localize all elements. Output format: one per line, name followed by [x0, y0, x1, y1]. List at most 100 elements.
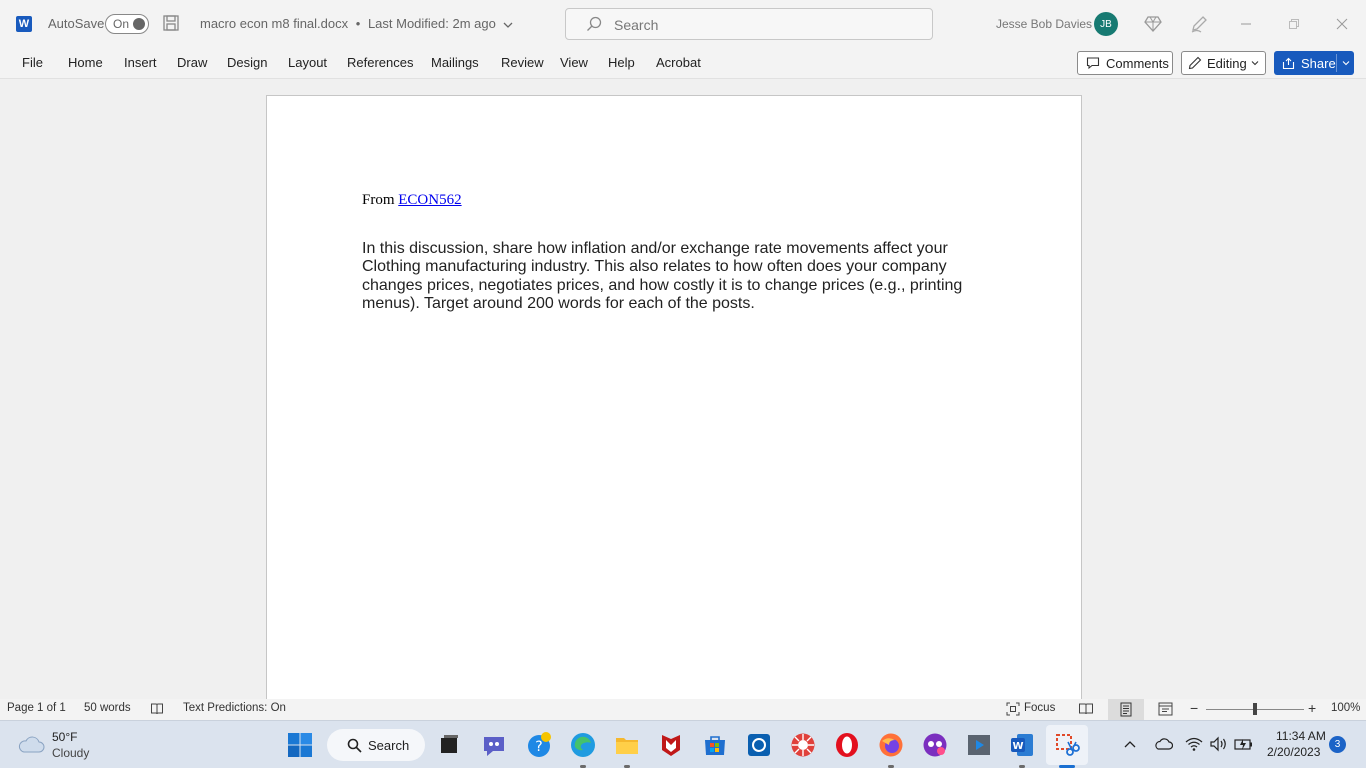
- chevron-down-icon[interactable]: [1342, 60, 1350, 66]
- battery-icon[interactable]: [1234, 736, 1254, 752]
- clock-date[interactable]: 2/20/2023: [1267, 745, 1320, 759]
- tab-home[interactable]: Home: [68, 55, 103, 70]
- pen-icon[interactable]: [1189, 14, 1209, 34]
- maximize-button[interactable]: [1270, 0, 1318, 48]
- autosave-label: AutoSave: [48, 16, 105, 31]
- autosave-toggle[interactable]: On: [105, 14, 149, 34]
- word-logo-icon: W: [16, 16, 32, 32]
- search-box[interactable]: [565, 8, 933, 40]
- text-predictions-status[interactable]: Text Predictions: On: [183, 702, 286, 714]
- weather-desc[interactable]: Cloudy: [52, 746, 89, 760]
- document-title[interactable]: macro econ m8 final.docx • Last Modified…: [200, 16, 513, 31]
- opera-browser-icon[interactable]: [834, 732, 860, 758]
- minimize-icon: [1241, 23, 1251, 25]
- teams-chat-icon[interactable]: [481, 732, 507, 758]
- document-page[interactable]: From ECON562 In this discussion, share h…: [266, 95, 1082, 735]
- search-input[interactable]: [614, 15, 914, 35]
- comments-label: Comments: [1106, 55, 1169, 71]
- video-app-icon[interactable]: [966, 732, 992, 758]
- taskbar-search[interactable]: Search: [327, 729, 425, 761]
- cloud-weather-icon[interactable]: [16, 733, 46, 755]
- user-name[interactable]: Jesse Bob Davies: [996, 17, 1092, 31]
- pencil-icon: [1188, 56, 1202, 70]
- mcafee-icon[interactable]: [658, 732, 684, 758]
- avatar[interactable]: JB: [1094, 12, 1118, 36]
- restore-icon: [1289, 19, 1299, 29]
- volume-icon[interactable]: [1209, 736, 1229, 752]
- last-modified: Last Modified: 2m ago: [367, 16, 496, 31]
- document-canvas: From ECON562 In this discussion, share h…: [0, 79, 1366, 735]
- weather-temp[interactable]: 50°F: [52, 730, 77, 744]
- tab-view[interactable]: View: [560, 55, 588, 70]
- svg-text:?: ?: [535, 739, 542, 755]
- windows-start-icon[interactable]: [287, 732, 313, 758]
- editing-mode-button[interactable]: Editing: [1181, 51, 1266, 75]
- close-icon: [1336, 18, 1348, 30]
- status-bar: Page 1 of 1 50 words Text Predictions: O…: [0, 699, 1366, 720]
- proofing-book-icon[interactable]: [150, 702, 164, 716]
- share-divider: [1336, 54, 1337, 72]
- onedrive-cloud-icon[interactable]: [1153, 736, 1173, 752]
- task-view-icon[interactable]: [436, 732, 462, 758]
- zoom-slider-thumb[interactable]: [1253, 703, 1257, 715]
- title-separator: •: [355, 16, 361, 31]
- firefox-browser-icon[interactable]: [878, 732, 904, 758]
- web-layout-icon[interactable]: [1158, 702, 1173, 716]
- discussion-prompt[interactable]: In this discussion, share how inflation …: [362, 240, 972, 313]
- comments-button[interactable]: Comments: [1077, 51, 1173, 75]
- tab-references[interactable]: References: [347, 55, 413, 70]
- zoom-percent[interactable]: 100%: [1331, 702, 1360, 714]
- tab-design[interactable]: Design: [227, 55, 267, 70]
- wifi-icon[interactable]: [1185, 736, 1203, 752]
- page-indicator[interactable]: Page 1 of 1: [7, 702, 66, 714]
- print-layout-icon: [1120, 702, 1132, 717]
- minimize-button[interactable]: [1222, 0, 1270, 48]
- aperture-app-icon[interactable]: [790, 732, 816, 758]
- print-layout-button[interactable]: [1108, 699, 1144, 720]
- title-bar: W AutoSave On macro econ m8 final.docx •…: [0, 0, 1366, 48]
- tab-insert[interactable]: Insert: [124, 55, 157, 70]
- microsoft-store-icon[interactable]: [702, 732, 728, 758]
- clock-time[interactable]: 11:34 AM: [1276, 729, 1326, 743]
- editing-label: Editing: [1207, 55, 1247, 71]
- share-label: Share: [1301, 55, 1336, 71]
- search-icon: [587, 16, 602, 31]
- from-prefix: From: [362, 192, 399, 208]
- get-help-icon[interactable]: ?: [526, 732, 552, 758]
- toggle-knob: [133, 18, 145, 30]
- tab-review[interactable]: Review: [501, 55, 544, 70]
- save-icon[interactable]: [162, 14, 180, 32]
- file-explorer-icon[interactable]: [614, 732, 640, 758]
- tab-acrobat[interactable]: Acrobat: [656, 55, 701, 70]
- taskbar: 50°F Cloudy Search ? W 11:34 AM 2/20/202…: [0, 720, 1366, 768]
- share-button[interactable]: Share: [1274, 51, 1354, 75]
- media-app-icon[interactable]: [922, 732, 948, 758]
- zoom-in-button[interactable]: +: [1308, 700, 1316, 716]
- tab-file[interactable]: File: [22, 55, 43, 70]
- tab-help[interactable]: Help: [608, 55, 635, 70]
- snipping-tool-icon[interactable]: [1054, 732, 1080, 758]
- word-count[interactable]: 50 words: [84, 702, 131, 714]
- from-line: From ECON562: [362, 192, 462, 209]
- share-icon: [1282, 57, 1295, 69]
- comment-icon: [1086, 57, 1100, 70]
- svg-text:W: W: [1012, 741, 1023, 752]
- autosave-state: On: [113, 17, 130, 31]
- close-button[interactable]: [1318, 0, 1366, 48]
- notification-badge[interactable]: 3: [1329, 736, 1346, 753]
- diamond-icon[interactable]: [1143, 14, 1163, 34]
- search-icon: [347, 738, 362, 753]
- tab-mailings[interactable]: Mailings: [431, 55, 479, 70]
- doc-name: macro econ m8 final.docx: [200, 16, 349, 31]
- tab-draw[interactable]: Draw: [177, 55, 207, 70]
- word-app-icon[interactable]: W: [1009, 732, 1035, 758]
- tab-layout[interactable]: Layout: [288, 55, 327, 70]
- course-link[interactable]: ECON562: [398, 192, 461, 208]
- zoom-out-button[interactable]: −: [1190, 700, 1198, 716]
- read-mode-icon[interactable]: [1078, 701, 1094, 717]
- app-icon[interactable]: [746, 732, 772, 758]
- focus-button[interactable]: Focus: [1024, 702, 1055, 714]
- edge-browser-icon[interactable]: [570, 732, 596, 758]
- chevron-up-icon[interactable]: [1123, 738, 1137, 750]
- ribbon-tabs: File Home Insert Draw Design Layout Refe…: [0, 48, 1366, 79]
